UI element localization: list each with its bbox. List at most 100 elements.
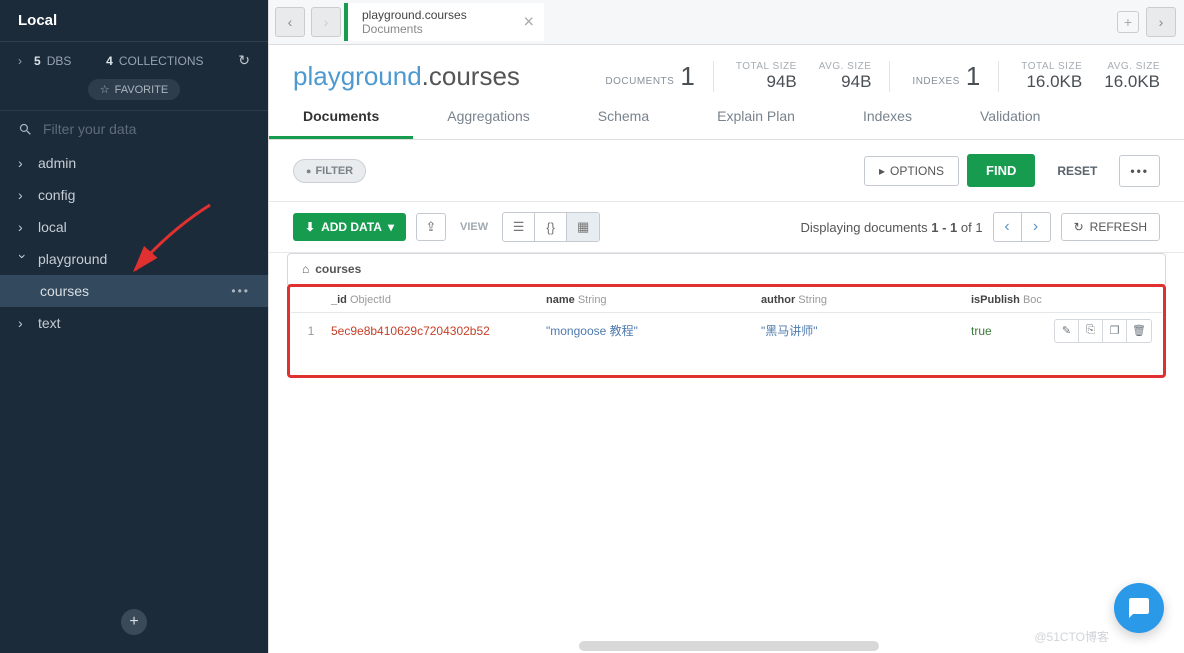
- chevron-right-icon: ›: [18, 187, 28, 203]
- chevron-right-icon: ›: [18, 54, 28, 68]
- export-button[interactable]: ⇪: [416, 213, 446, 241]
- braces-icon: {}: [546, 220, 555, 235]
- trash-icon: 🗑: [1132, 324, 1146, 337]
- cell-ispublish: true: [971, 324, 1066, 338]
- pagination: ‹ ›: [993, 212, 1051, 242]
- cell-name: "mongoose 教程": [546, 322, 761, 339]
- content-area: ⌂ courses _id ObjectId name String autho…: [269, 253, 1184, 653]
- filter-pill[interactable]: ● FILTER: [293, 159, 366, 183]
- clone-button[interactable]: ❐: [1103, 320, 1127, 342]
- document-tab[interactable]: playground.courses Documents ×: [344, 3, 544, 41]
- tab-bar: ‹ › playground.courses Documents × + ›: [269, 0, 1184, 45]
- filter-bar: ● FILTER ▸ OPTIONS FIND RESET •••: [269, 140, 1184, 202]
- col-name: name String: [546, 294, 761, 306]
- cell-author: "黑马讲师": [761, 322, 971, 339]
- more-options-button[interactable]: •••: [1119, 155, 1160, 187]
- reset-button[interactable]: RESET: [1043, 157, 1111, 185]
- refresh-icon[interactable]: ↻: [238, 52, 250, 69]
- tab-aggregations[interactable]: Aggregations: [413, 96, 564, 139]
- db-item-playground[interactable]: ›playground: [0, 243, 268, 275]
- tab-validation[interactable]: Validation: [946, 96, 1074, 139]
- chevron-right-icon: ›: [18, 315, 28, 331]
- stat-idx-total-size: TOTAL SIZE 16.0KB: [1021, 61, 1082, 92]
- stat-indexes: INDEXES 1: [912, 61, 999, 92]
- main-panel: ‹ › playground.courses Documents × + › p…: [268, 0, 1184, 653]
- delete-button[interactable]: 🗑: [1127, 320, 1151, 342]
- export-icon: ⇪: [426, 219, 437, 235]
- tab-documents[interactable]: Documents: [269, 96, 413, 139]
- namespace-title: playground.courses: [293, 61, 520, 92]
- search-row: [0, 110, 268, 147]
- col-author: author String: [761, 294, 971, 306]
- sidebar-stats: › 5 DBS 4 COLLECTIONS ↻: [0, 42, 268, 79]
- db-item-local[interactable]: ›local: [0, 211, 268, 243]
- more-icon[interactable]: •••: [231, 284, 250, 298]
- star-icon: ☆: [100, 83, 110, 96]
- add-data-button[interactable]: ⬇ ADD DATA ▾: [293, 213, 406, 241]
- nav-back-button[interactable]: ‹: [275, 7, 305, 37]
- stat-avg-size: AVG. SIZE 94B: [819, 61, 891, 92]
- namespace-stats: DOCUMENTS 1 TOTAL SIZE 94B AVG. SIZE 94B…: [605, 61, 1160, 92]
- view-label: VIEW: [460, 221, 488, 233]
- collection-item-courses[interactable]: courses •••: [0, 275, 268, 307]
- add-button[interactable]: +: [121, 609, 147, 635]
- copy-button[interactable]: ⎘: [1079, 320, 1103, 342]
- collections-count-stat: 4 COLLECTIONS: [106, 54, 203, 68]
- col-ispublish: isPublish Boc: [971, 294, 1066, 306]
- tab-overflow-button[interactable]: ›: [1146, 7, 1176, 37]
- dbs-count-stat[interactable]: › 5 DBS: [18, 54, 71, 68]
- filter-input[interactable]: [43, 121, 250, 137]
- chat-icon: [1127, 596, 1151, 620]
- clone-icon: ❐: [1110, 324, 1120, 337]
- view-list-button[interactable]: ☰: [503, 213, 535, 241]
- favorite-button[interactable]: ☆ FAVORITE: [88, 79, 180, 100]
- edit-button[interactable]: ✎: [1055, 320, 1079, 342]
- table-header: _id ObjectId name String author String i…: [291, 288, 1162, 313]
- options-button[interactable]: ▸ OPTIONS: [864, 156, 959, 186]
- chevron-right-icon: ›: [18, 219, 28, 235]
- watermark: @51CTO博客: [1034, 628, 1109, 645]
- refresh-icon: ↻: [1074, 220, 1084, 234]
- db-item-config[interactable]: ›config: [0, 179, 268, 211]
- db-item-admin[interactable]: ›admin: [0, 147, 268, 179]
- home-icon: ⌂: [302, 262, 309, 276]
- chevron-right-icon: ›: [18, 155, 28, 171]
- table-row[interactable]: 1 5ec9e8b410629c7204302b52 "mongoose 教程"…: [291, 313, 1162, 348]
- tab-schema[interactable]: Schema: [564, 96, 683, 139]
- copy-icon: ⎘: [1086, 324, 1095, 337]
- sidebar: Local › 5 DBS 4 COLLECTIONS ↻ ☆ FAVORITE…: [0, 0, 268, 653]
- table-icon: ▦: [577, 219, 589, 235]
- close-icon[interactable]: ×: [523, 12, 534, 33]
- nav-forward-button[interactable]: ›: [311, 7, 341, 37]
- view-table-button[interactable]: ▦: [567, 213, 599, 241]
- view-json-button[interactable]: {}: [535, 213, 567, 241]
- stat-idx-avg-size: AVG. SIZE 16.0KB: [1104, 61, 1160, 92]
- highlight-box: _id ObjectId name String author String i…: [287, 284, 1166, 378]
- tab-explain-plan[interactable]: Explain Plan: [683, 96, 829, 139]
- page-prev-button[interactable]: ‹: [994, 213, 1022, 241]
- display-info: Displaying documents 1 - 1 of 1: [800, 220, 982, 235]
- row-actions: ✎ ⎘ ❐ 🗑: [1054, 319, 1152, 343]
- stat-total-size: TOTAL SIZE 94B: [736, 61, 797, 92]
- tab-title: playground.courses: [362, 8, 530, 22]
- caret-right-icon: ▸: [879, 164, 885, 178]
- namespace-header: playground.courses DOCUMENTS 1 TOTAL SIZ…: [269, 45, 1184, 92]
- page-next-button[interactable]: ›: [1022, 213, 1050, 241]
- find-button[interactable]: FIND: [967, 154, 1035, 187]
- db-item-text[interactable]: ›text: [0, 307, 268, 339]
- caret-down-icon: ▾: [388, 220, 394, 234]
- sub-tabs: Documents Aggregations Schema Explain Pl…: [269, 96, 1184, 140]
- stat-documents: DOCUMENTS 1: [605, 61, 713, 92]
- list-icon: ☰: [513, 219, 525, 235]
- refresh-button[interactable]: ↻ REFRESH: [1061, 213, 1160, 241]
- tab-indexes[interactable]: Indexes: [829, 96, 946, 139]
- tab-subtitle: Documents: [362, 22, 530, 36]
- col-id: _id ObjectId: [331, 294, 546, 306]
- view-mode-group: ☰ {} ▦: [502, 212, 600, 242]
- chat-button[interactable]: [1114, 583, 1164, 633]
- filter-icon: ●: [306, 166, 311, 176]
- new-tab-button[interactable]: +: [1117, 11, 1139, 33]
- horizontal-scrollbar[interactable]: [579, 641, 879, 651]
- search-icon: [18, 122, 33, 137]
- cell-id: 5ec9e8b410629c7204302b52: [331, 324, 546, 338]
